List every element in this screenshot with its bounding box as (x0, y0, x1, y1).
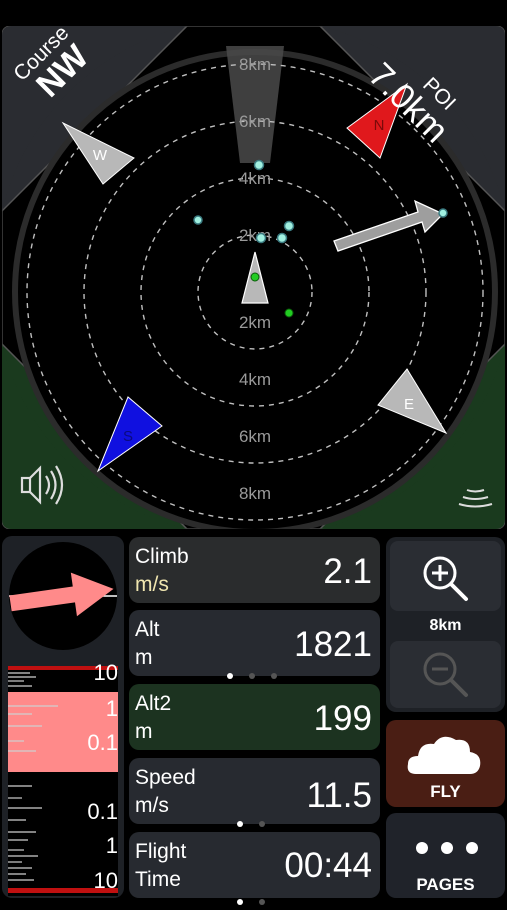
page-dots (219, 666, 285, 679)
zoom-in-button[interactable] (390, 541, 501, 611)
climb-unit: m/s (135, 573, 169, 596)
cloud-icon (407, 736, 481, 774)
ring-label-top-8km: 8km (239, 55, 271, 74)
page-dots (229, 814, 273, 827)
ring-label-bottom-6km: 6km (239, 427, 271, 446)
zoom-panel: 8km (386, 537, 505, 712)
svg-text:S: S (123, 428, 133, 445)
svg-text:E: E (404, 396, 414, 413)
alt2-tile[interactable]: Alt2 m 199 (129, 684, 380, 750)
more-dots-icon (416, 842, 478, 854)
ring-label-top-6km: 6km (239, 112, 271, 131)
vario-panel: 10 1 0.1 0.1 1 10 (2, 536, 124, 898)
zoom-out-icon (423, 652, 468, 697)
course-indicator: Course NW (6, 21, 116, 112)
altitude-tile[interactable]: Alt m 1821 (129, 610, 380, 679)
flight-time-value: 00:44 (284, 846, 372, 885)
ring-label-bottom-4km: 4km (239, 370, 271, 389)
climb-value: 2.1 (323, 552, 372, 591)
flight-time-tile[interactable]: Flight Time 00:44 (129, 832, 380, 905)
alt2-label: Alt2 (135, 692, 172, 715)
climb-tile[interactable]: Climb m/s 2.1 (129, 537, 380, 603)
ring-label-bottom-2km: 2km (239, 313, 271, 332)
flight-time-label: Flight (135, 840, 187, 863)
fly-label: FLY (430, 782, 461, 801)
svg-text:N: N (374, 117, 385, 134)
climb-label: Climb (135, 545, 189, 568)
fly-button[interactable]: FLY (386, 720, 505, 807)
altitude-unit: m (135, 646, 153, 669)
vario-scale-10-bottom: 10 (93, 868, 118, 893)
altitude-value: 1821 (294, 625, 372, 664)
vario-scale-10-top: 10 (93, 660, 118, 685)
ring-label-top-2km: 2km (239, 226, 271, 245)
zoom-in-icon (423, 556, 468, 601)
alt2-unit: m (135, 720, 153, 743)
zoom-level: 8km (429, 617, 462, 634)
vario-scale-1-bottom: 1 (105, 833, 118, 858)
poi-indicator: POI 7.0km (361, 32, 502, 150)
speed-label: Speed (135, 766, 196, 789)
ring-label-top-4km: 4km (239, 169, 271, 188)
vario-scale-0.1-top: 0.1 (87, 730, 118, 755)
vario-scale-1-top: 1 (105, 696, 118, 721)
zoom-out-button[interactable] (390, 641, 501, 708)
speed-tile[interactable]: Speed m/s 11.5 (129, 758, 380, 827)
pages-label: PAGES (416, 875, 475, 894)
speed-unit: m/s (135, 794, 169, 817)
pages-button[interactable]: PAGES (386, 813, 505, 898)
page-dots (229, 892, 273, 905)
ring-label-bottom-8km: 8km (239, 484, 271, 503)
svg-text:W: W (93, 147, 108, 164)
altitude-label: Alt (135, 618, 160, 641)
flight-time-unit: Time (135, 868, 181, 891)
speed-value: 11.5 (306, 776, 372, 815)
vario-scale-0.1-bottom: 0.1 (87, 799, 118, 824)
alt2-value: 199 (313, 699, 372, 738)
